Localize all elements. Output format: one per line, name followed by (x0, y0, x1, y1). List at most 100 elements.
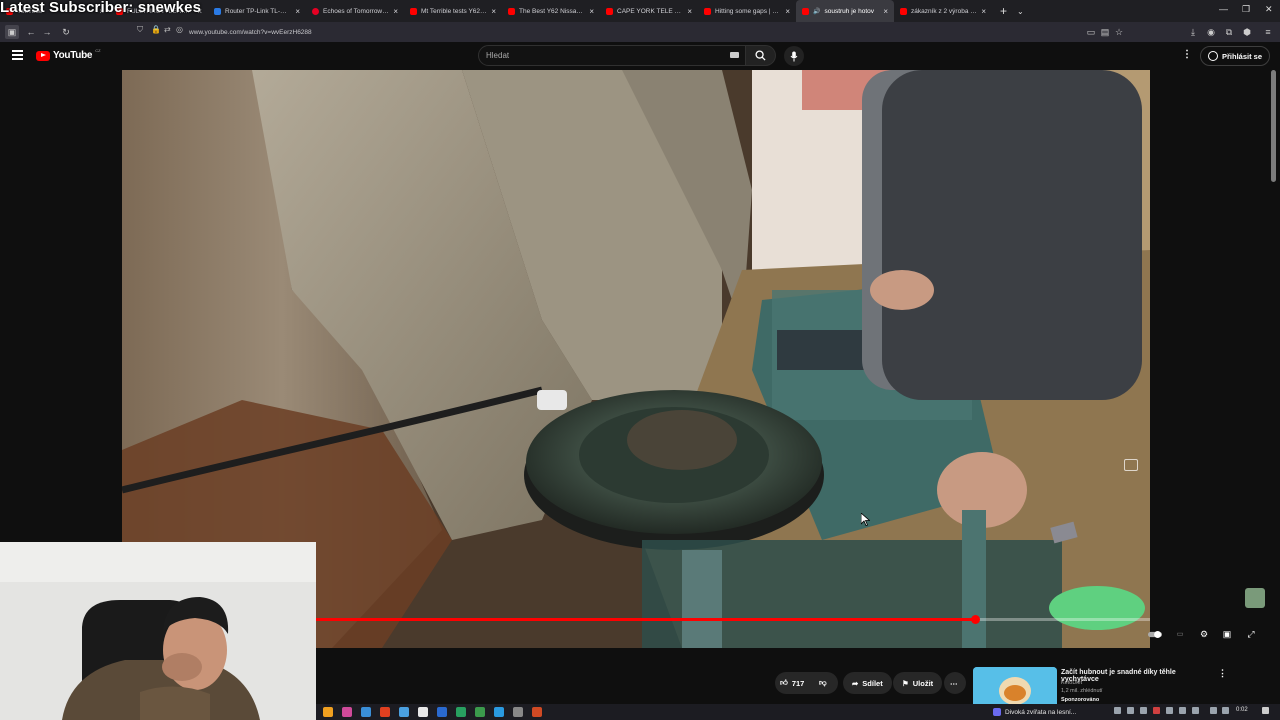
close-tab-icon[interactable]: × (687, 7, 692, 16)
save-button[interactable]: ⚑ Uložit (893, 672, 943, 694)
taskbar-app-icon[interactable] (342, 707, 352, 717)
menu-icon[interactable]: ≡ (1261, 25, 1275, 39)
forward-icon[interactable]: → (40, 25, 54, 39)
permissions-icon[interactable]: ⇄ (164, 25, 171, 34)
pinterest-favicon-icon (312, 7, 319, 15)
media-title: Divoká zvířata na lesní... (1005, 708, 1077, 716)
minimize-icon[interactable]: — (1219, 4, 1228, 14)
close-tab-icon[interactable]: × (589, 7, 594, 16)
bookmark-star-icon[interactable]: ☆ (1112, 25, 1126, 39)
close-window-icon[interactable]: ✕ (1265, 4, 1273, 15)
extension-badge-icon[interactable] (1245, 588, 1265, 608)
speaker-icon[interactable]: 🔊 (813, 8, 820, 15)
account-icon[interactable]: ◉ (1204, 25, 1218, 39)
search-input[interactable]: Hledat (478, 45, 746, 66)
tray-icon[interactable] (1127, 707, 1134, 714)
back-icon[interactable]: ← (24, 25, 38, 39)
picture-in-picture-icon[interactable]: ▭ (1084, 25, 1098, 39)
fullscreen-overlay-icon[interactable] (1124, 459, 1138, 471)
sign-in-button[interactable]: Přihlásit se (1200, 46, 1271, 66)
ad-channel[interactable]: KetoDiet (1061, 680, 1082, 686)
volume-icon[interactable] (1222, 707, 1229, 714)
taskbar-app-icon[interactable] (532, 707, 542, 717)
ad-sponsored-label: Sponzorováno (1061, 697, 1100, 703)
close-tab-icon[interactable]: × (883, 7, 888, 16)
settings-button[interactable]: ⚙ (1197, 628, 1211, 640)
url-bar[interactable]: ⛉ 🔒 ⇄ ◎ www.youtube.com/watch?v=wvEerzH6… (133, 25, 1133, 39)
taskbar-app-icon[interactable] (513, 707, 523, 717)
close-tab-icon[interactable]: × (393, 7, 398, 16)
tab-list-chevron-icon[interactable]: ⌄ (1017, 7, 1024, 16)
page-scrollbar[interactable] (1271, 70, 1276, 182)
taskbar-app-icon[interactable] (323, 707, 333, 717)
share-label: Sdílet (862, 678, 883, 688)
miniplayer-button[interactable]: ▣ (1220, 628, 1234, 640)
shield-extension-icon[interactable]: ⬢ (1240, 25, 1254, 39)
voice-search-button[interactable] (784, 46, 804, 66)
restore-icon[interactable]: ❐ (1242, 4, 1250, 15)
close-tab-icon[interactable]: × (785, 7, 790, 16)
subtitles-button[interactable]: ▭ (1173, 628, 1187, 640)
notifications-icon[interactable] (1262, 707, 1269, 714)
taskbar-app-icon[interactable] (361, 707, 371, 717)
tray-icon[interactable] (1166, 707, 1173, 714)
taskbar-app-icon[interactable] (494, 707, 504, 717)
taskbar-app-icon[interactable] (437, 707, 447, 717)
sidebar-toggle-icon[interactable]: ▣ (5, 25, 19, 39)
bookmark-icon: ⚑ (902, 678, 909, 688)
browser-tab[interactable]: zákazník z 2 výroba svo × (894, 0, 992, 22)
browser-tab[interactable]: Mt Terrible tests Y62 Nis × (404, 0, 502, 22)
browser-tab[interactable]: The Best Y62 Nissan Pat × (502, 0, 600, 22)
taskbar-app-icon[interactable] (399, 707, 409, 717)
taskbar-app-icon[interactable] (418, 707, 428, 717)
taskbar-media-widget[interactable]: Divoká zvířata na lesní... (993, 705, 1076, 719)
reload-icon[interactable]: ↻ (59, 25, 73, 39)
close-tab-icon[interactable]: × (295, 7, 300, 16)
tray-icon[interactable] (1114, 707, 1121, 714)
reader-view-icon[interactable]: ▤ (1098, 25, 1112, 39)
tab-title: Hitting some gaps | FPV (715, 7, 782, 15)
ad-thumbnail[interactable] (973, 667, 1057, 708)
tray-icon[interactable] (1140, 707, 1147, 714)
network-icon[interactable] (1210, 707, 1217, 714)
dislike-button[interactable]: 👎︎ (811, 672, 838, 694)
fullscreen-button[interactable]: ⤢ (1244, 628, 1258, 640)
autoplay-icon[interactable]: ◎ (176, 25, 183, 34)
settings-more-icon[interactable]: ⋮ (1182, 49, 1192, 60)
progress-scrubber-handle[interactable] (970, 615, 980, 624)
browser-tab[interactable]: Router TP-Link TL-WR84 × (208, 0, 306, 22)
extensions-icon[interactable]: ⧉ (1222, 25, 1236, 39)
browser-tab-active[interactable]: 🔊 soustruh je hotov × (796, 0, 894, 22)
taskbar-app-icon[interactable] (475, 707, 485, 717)
close-tab-icon[interactable]: × (491, 7, 496, 16)
lock-icon[interactable]: 🔒 (151, 25, 161, 34)
shield-icon[interactable]: ⛉ (137, 25, 143, 35)
autoplay-toggle[interactable] (1148, 628, 1162, 640)
ad-title[interactable]: Začít hubnout je snadné díky těhle vychy… (1061, 669, 1211, 683)
taskbar-clock[interactable]: 0:02 (1236, 707, 1248, 713)
keyboard-icon[interactable] (730, 52, 739, 58)
progress-bar[interactable] (316, 615, 1150, 624)
share-button[interactable]: ➦ Sdílet (843, 672, 892, 694)
taskbar-app-icon[interactable] (456, 707, 466, 717)
downloads-icon[interactable]: ⤓ (1186, 25, 1200, 39)
browser-tab[interactable]: Echoes of Tomorrow | In × (306, 0, 404, 22)
more-actions-button[interactable]: ⋯ (944, 672, 966, 694)
youtube-logo[interactable]: YouTube CZ (36, 48, 101, 61)
browser-tab[interactable]: Hitting some gaps | FPV × (698, 0, 796, 22)
tray-icon[interactable] (1179, 707, 1186, 714)
browser-tab[interactable]: CAPE YORK TELE TRACK × (600, 0, 698, 22)
like-button[interactable]: 👍︎ 717 (775, 672, 811, 694)
tray-icon[interactable] (1153, 707, 1160, 714)
ad-menu-icon[interactable]: ⋮ (1218, 668, 1227, 679)
like-count: 717 (791, 678, 805, 688)
hamburger-menu-icon[interactable] (12, 50, 23, 60)
youtube-play-logo-icon (36, 50, 50, 61)
sign-in-label: Přihlásit se (1222, 51, 1263, 61)
tray-icon[interactable] (1192, 707, 1199, 714)
close-tab-icon[interactable]: × (981, 7, 986, 16)
media-icon (993, 708, 1001, 716)
new-tab-icon[interactable]: + (1000, 4, 1007, 18)
search-button[interactable] (746, 45, 776, 66)
taskbar-app-icon[interactable] (380, 707, 390, 717)
